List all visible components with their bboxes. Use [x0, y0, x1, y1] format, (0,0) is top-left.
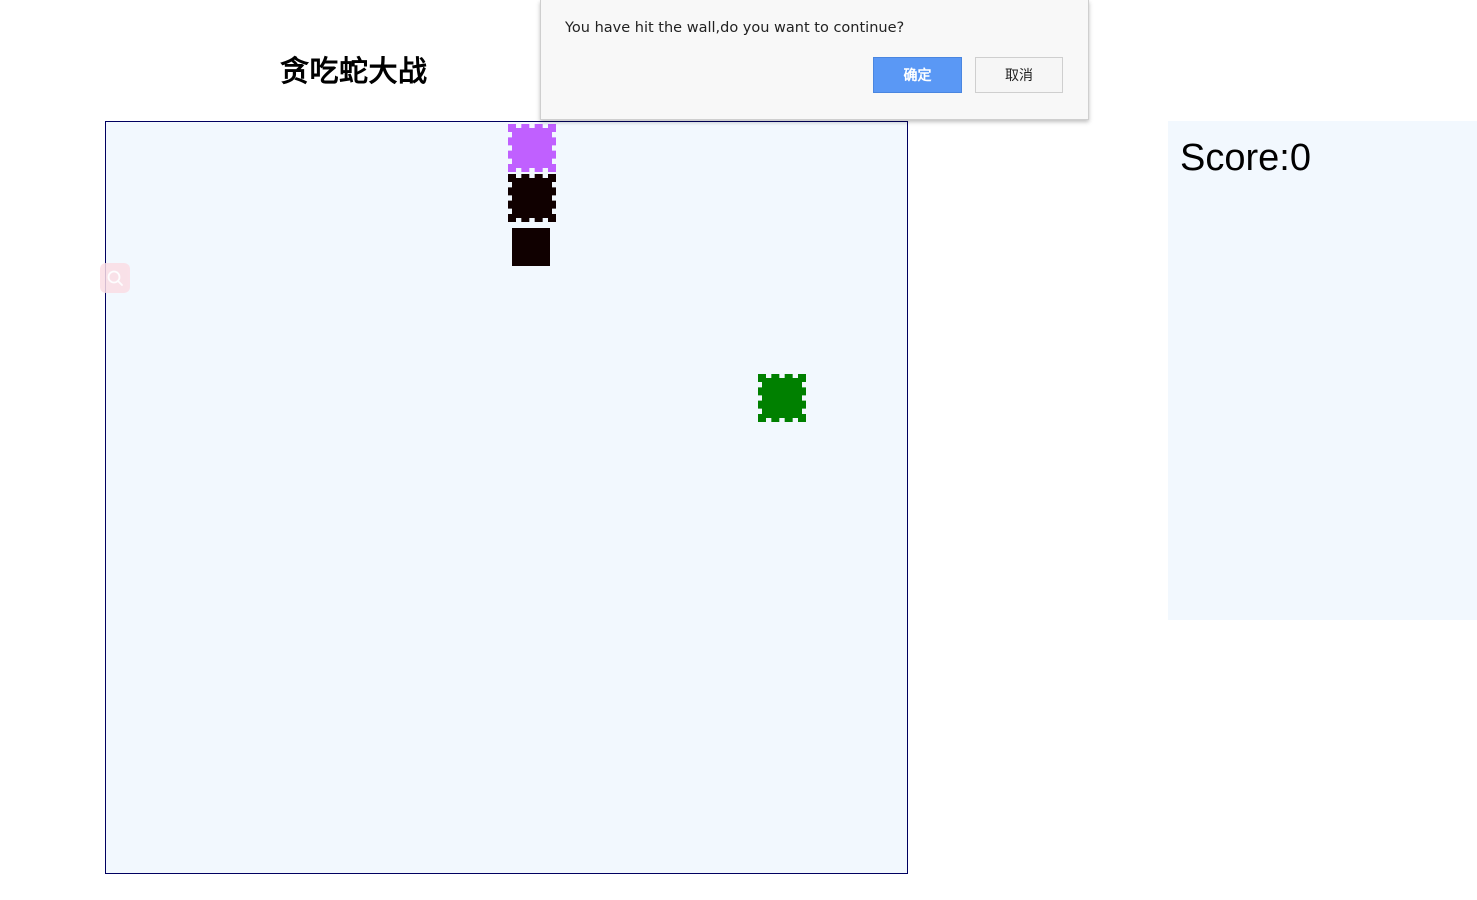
snake-body-segment	[508, 174, 556, 222]
score-label: Score:0	[1180, 137, 1311, 179]
search-icon	[107, 270, 123, 286]
confirm-dialog: You have hit the wall,do you want to con…	[540, 0, 1089, 120]
page-title: 贪吃蛇大战	[280, 54, 428, 88]
cancel-button[interactable]: 取消	[975, 57, 1063, 93]
snake-head	[508, 124, 556, 172]
snake-body-segment	[512, 228, 550, 266]
floating-search-button[interactable]	[100, 263, 130, 293]
dialog-message: You have hit the wall,do you want to con…	[565, 20, 905, 36]
score-panel: Score:0	[1168, 121, 1477, 620]
food-item	[758, 374, 806, 422]
page: 贪吃蛇大战 Score:0 You have hit the wall,do y…	[0, 0, 1477, 900]
ok-button[interactable]: 确定	[873, 57, 962, 93]
game-board[interactable]	[105, 121, 908, 874]
